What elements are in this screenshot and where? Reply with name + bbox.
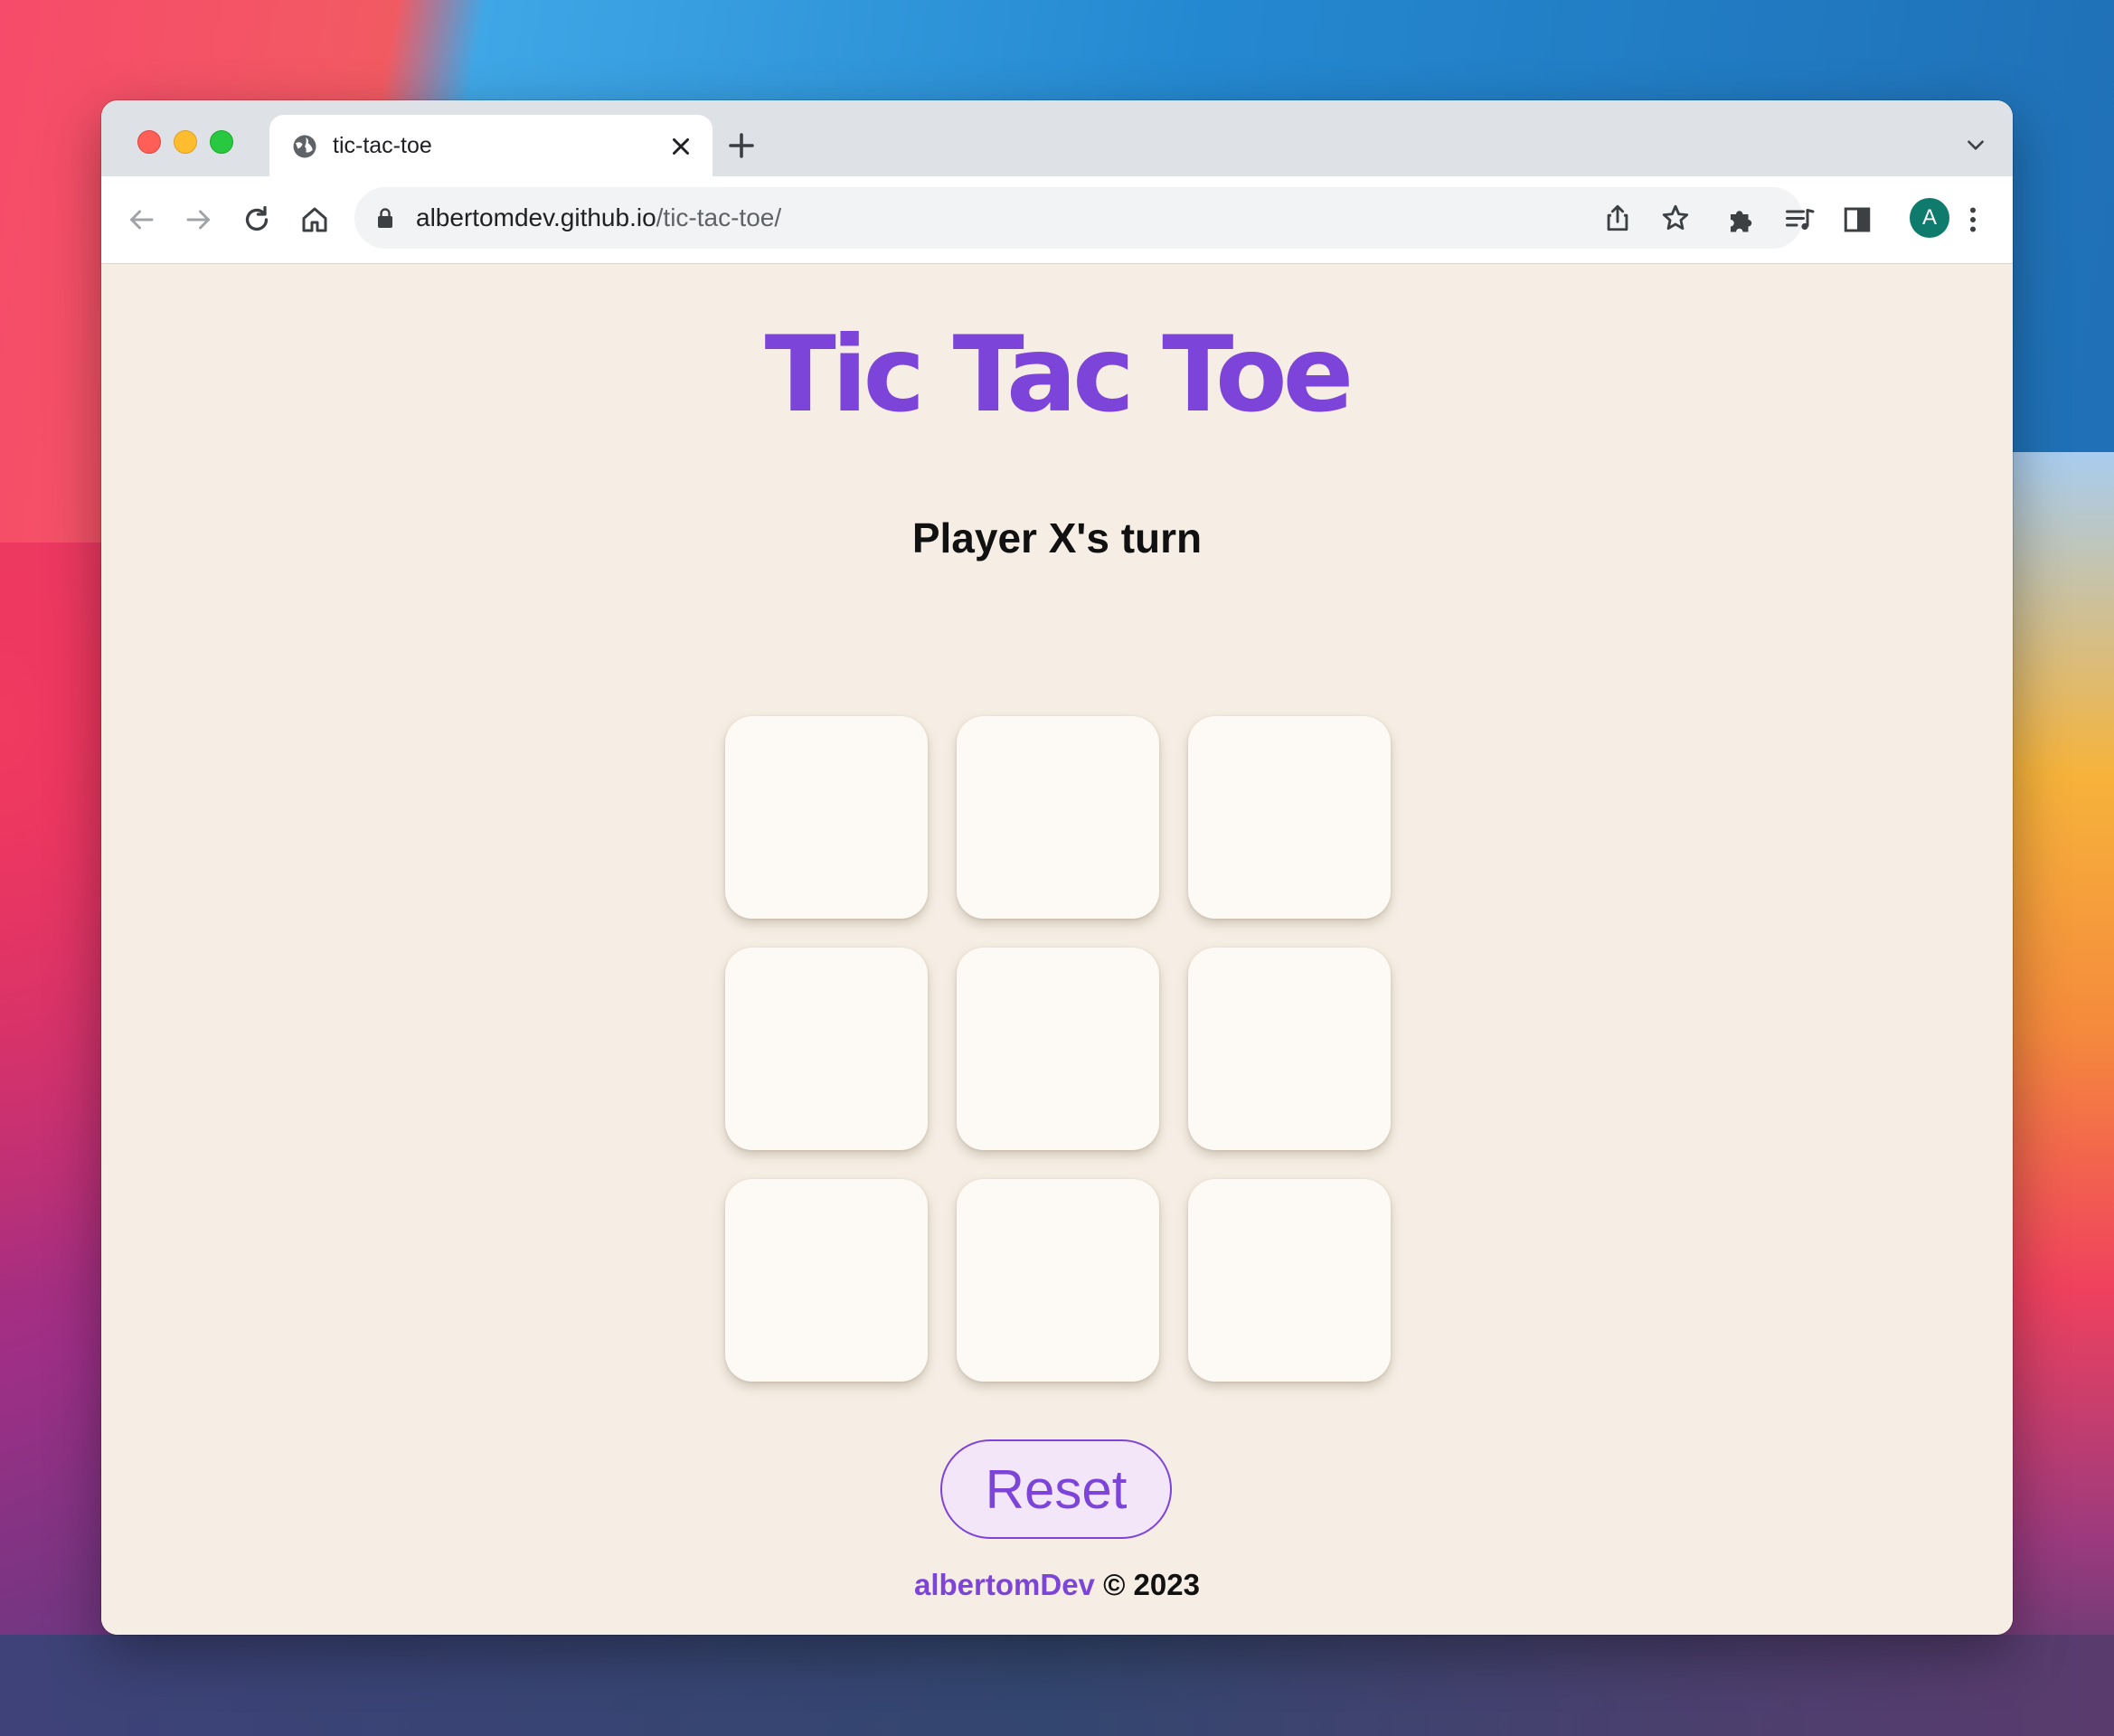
- puzzle-icon[interactable]: [1725, 203, 1758, 236]
- turn-status: Player X's turn: [911, 514, 1203, 561]
- tab-title: tic-tac-toe: [333, 133, 432, 158]
- close-window-button[interactable]: [137, 130, 161, 154]
- url-text: albertomdev.github.io/tic-tac-toe/: [416, 203, 781, 232]
- star-icon[interactable]: [1660, 203, 1691, 233]
- globe-icon: [293, 135, 316, 158]
- maximize-window-button[interactable]: [210, 130, 233, 154]
- profile-avatar[interactable]: A: [1910, 198, 1949, 238]
- page-title: Tic Tac Toe: [764, 314, 1354, 436]
- board-cell[interactable]: [1188, 1179, 1391, 1382]
- board-cell[interactable]: [957, 948, 1159, 1150]
- browser-toolbar: albertomdev.github.io/tic-tac-toe/ A: [101, 176, 2013, 264]
- board-cell[interactable]: [725, 716, 928, 919]
- board-cell[interactable]: [957, 716, 1159, 919]
- reset-button[interactable]: Reset: [940, 1439, 1172, 1539]
- board-cell[interactable]: [957, 1179, 1159, 1382]
- minimize-window-button[interactable]: [174, 130, 197, 154]
- browser-window: tic-tac-toe albertomdev.github.io/tic-ta…: [101, 100, 2013, 1635]
- board-cell[interactable]: [725, 948, 928, 1150]
- address-bar[interactable]: albertomdev.github.io/tic-tac-toe/: [354, 187, 1803, 249]
- footer-copyright: © 2023: [1103, 1568, 1200, 1601]
- url-path: /tic-tac-toe/: [656, 203, 782, 231]
- side-panel-icon[interactable]: [1841, 203, 1873, 236]
- arrow-left-icon[interactable]: [125, 203, 157, 236]
- kebab-menu-icon[interactable]: [1957, 203, 1989, 236]
- home-icon[interactable]: [298, 203, 331, 236]
- plus-icon[interactable]: [725, 129, 758, 162]
- arrow-right-icon[interactable]: [183, 203, 215, 236]
- board-cell[interactable]: [1188, 948, 1391, 1150]
- board-cell[interactable]: [1188, 716, 1391, 919]
- lock-icon[interactable]: [376, 207, 394, 229]
- page-content: Tic Tac Toe Player X's turn Reset albert…: [101, 264, 2013, 1635]
- reload-icon[interactable]: [241, 203, 273, 236]
- footer-author-link[interactable]: albertomDev: [914, 1568, 1095, 1601]
- chevron-down-icon[interactable]: [1964, 133, 1987, 156]
- tab-tic-tac-toe[interactable]: tic-tac-toe: [269, 115, 713, 176]
- url-host: albertomdev.github.io: [416, 203, 656, 231]
- share-icon[interactable]: [1602, 203, 1633, 233]
- desktop-wallpaper-bottom: [0, 1635, 2114, 1736]
- tab-strip: tic-tac-toe: [101, 100, 2013, 176]
- board-cell[interactable]: [725, 1179, 928, 1382]
- game-board: [725, 716, 1392, 1383]
- footer: albertomDev © 2023: [101, 1568, 2013, 1602]
- playlist-icon[interactable]: [1783, 203, 1816, 236]
- close-icon[interactable]: [667, 133, 694, 160]
